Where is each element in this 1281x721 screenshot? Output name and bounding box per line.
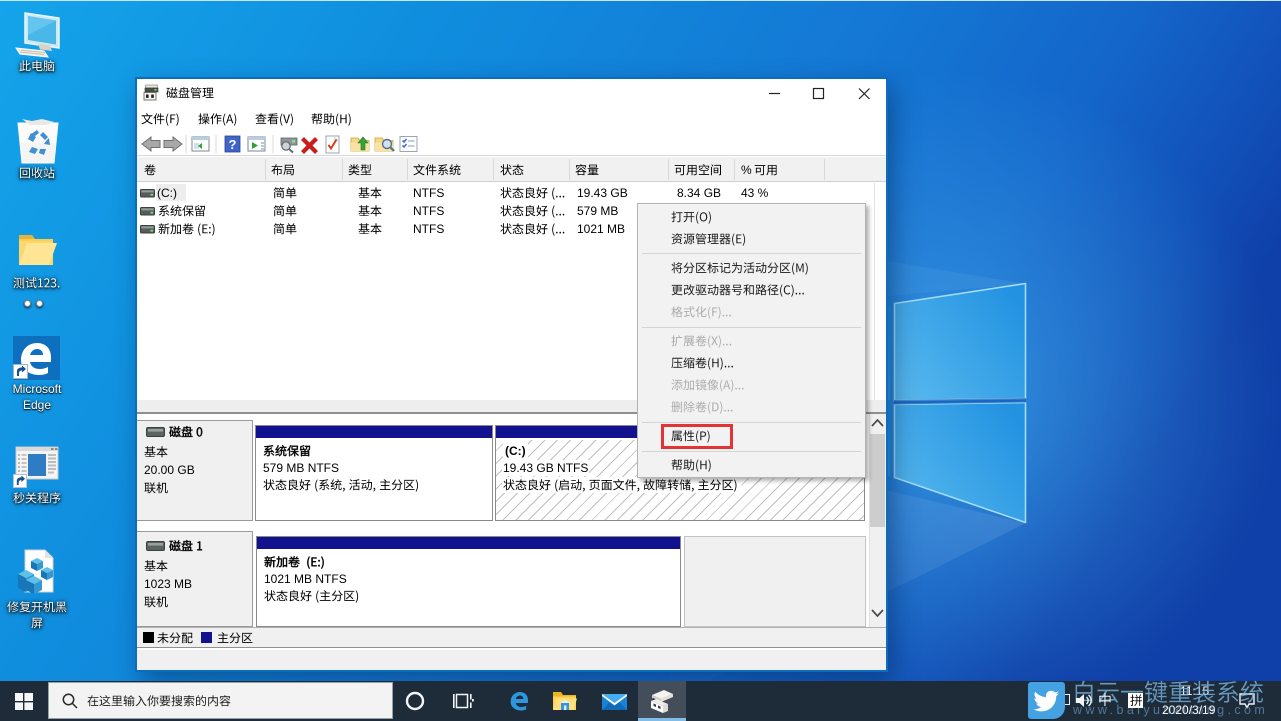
svg-text:?: ? xyxy=(229,137,237,152)
